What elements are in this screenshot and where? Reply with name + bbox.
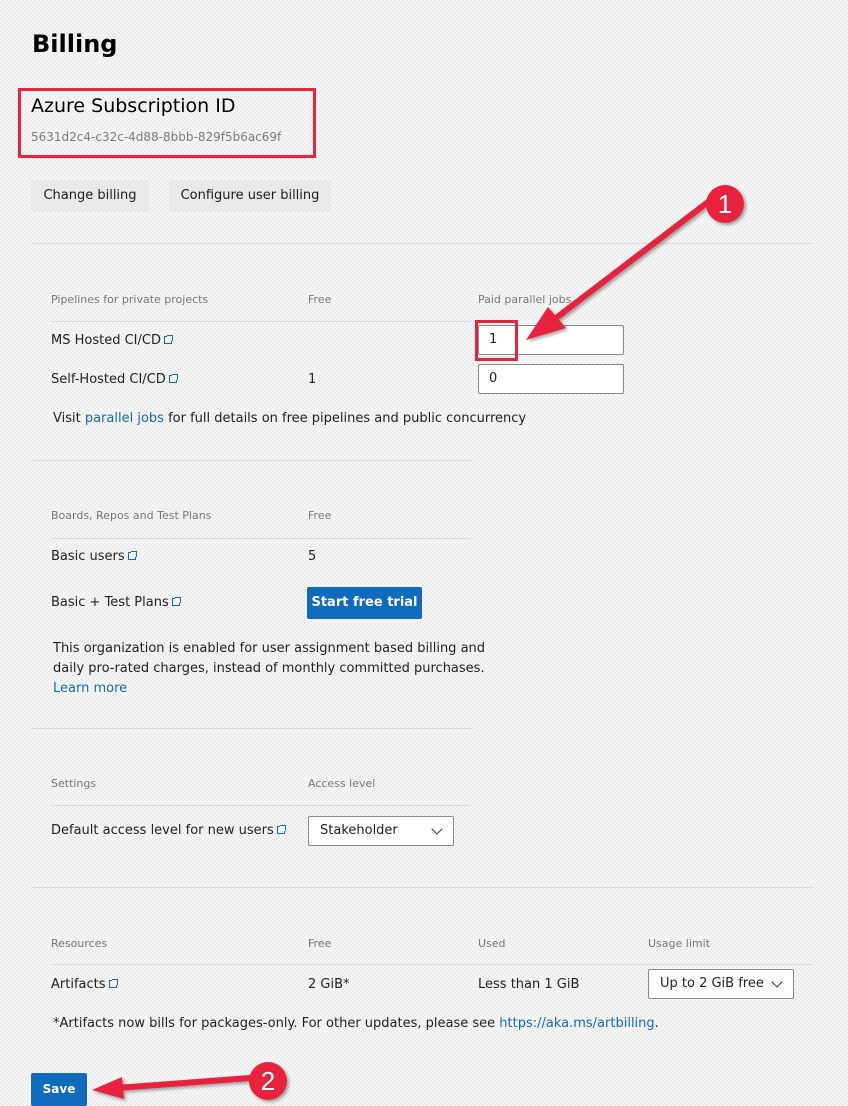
self-hosted-paid-input[interactable]: 0 (478, 364, 624, 394)
artifacts-label[interactable]: Artifacts (51, 977, 106, 992)
change-billing-button[interactable]: Change billing (31, 180, 149, 212)
save-button[interactable]: Save (31, 1073, 87, 1106)
usage-limit-value: Up to 2 GiB free (660, 976, 764, 991)
boards-free-header: Free (308, 509, 332, 522)
pipelines-note-prefix: Visit (53, 411, 85, 426)
divider (31, 460, 473, 461)
pipelines-note: Visit parallel jobs for full details on … (53, 409, 526, 429)
arrow-1 (526, 199, 711, 340)
ms-hosted-row-label[interactable]: MS Hosted CI/CD (51, 333, 173, 348)
parallel-jobs-link[interactable]: parallel jobs (85, 411, 164, 426)
callout-2: 2 (249, 1062, 287, 1100)
boards-note: This organization is enabled for user as… (53, 639, 485, 699)
arrow-2 (92, 1075, 253, 1099)
usage-limit-header: Usage limit (648, 937, 710, 950)
subscription-title: Azure Subscription ID (31, 95, 236, 117)
default-access-label[interactable]: Default access level for new users (51, 823, 274, 838)
boards-note-line2: daily pro-rated charges, instead of mont… (53, 661, 485, 676)
external-link-icon (163, 335, 173, 344)
resources-used-header: Used (478, 937, 506, 950)
self-hosted-row-label[interactable]: Self-Hosted CI/CD (51, 372, 178, 387)
boards-note-line1: This organization is enabled for user as… (53, 641, 486, 656)
pipelines-note-suffix: for full details on free pipelines and p… (163, 411, 527, 426)
artifacts-note-suffix: . (654, 1016, 659, 1031)
ms-hosted-label[interactable]: MS Hosted CI/CD (51, 333, 161, 348)
self-hosted-free: 1 (308, 372, 317, 387)
header-divider (51, 805, 471, 806)
header-divider (51, 964, 813, 965)
external-link-icon (171, 597, 181, 606)
settings-header: Settings (51, 777, 97, 790)
start-free-trial-button[interactable]: Start free trial (307, 587, 422, 619)
basic-test-plans-label[interactable]: Basic + Test Plans (51, 595, 169, 610)
pipelines-header: Pipelines for private projects (51, 293, 209, 306)
callout-1-number: 1 (718, 189, 732, 219)
configure-user-billing-button[interactable]: Configure user billing (169, 180, 331, 212)
basic-users-free: 5 (308, 549, 317, 564)
access-level-value: Stakeholder (320, 823, 398, 838)
subscription-id: 5631d2c4-c32c-4d88-8bbb-829f5b6ac69f (31, 130, 282, 144)
resources-free-header: Free (308, 937, 332, 950)
artifacts-free: 2 GiB* (308, 977, 350, 992)
external-link-icon (127, 551, 137, 560)
artifacts-note: *Artifacts now bills for packages-only. … (53, 1014, 659, 1034)
header-divider (51, 321, 471, 322)
external-link-icon (168, 374, 178, 383)
default-access-row-label[interactable]: Default access level for new users (51, 823, 286, 838)
basic-users-row-label[interactable]: Basic users (51, 549, 137, 564)
pipelines-free-header: Free (308, 293, 332, 306)
chevron-down-icon (771, 976, 783, 988)
chevron-down-icon (431, 823, 443, 835)
access-level-dropdown[interactable]: Stakeholder (308, 816, 454, 846)
callout-2-number: 2 (261, 1066, 275, 1096)
artbilling-link[interactable]: https://aka.ms/artbilling (499, 1016, 654, 1031)
callout-1: 1 (706, 185, 744, 223)
usage-limit-dropdown[interactable]: Up to 2 GiB free (648, 969, 794, 999)
basic-test-plans-row-label[interactable]: Basic + Test Plans (51, 595, 181, 610)
header-divider (51, 538, 471, 539)
external-link-icon (276, 825, 286, 834)
external-link-icon (108, 979, 118, 988)
divider (31, 887, 813, 888)
artifacts-note-prefix: *Artifacts now bills for packages-only. … (53, 1016, 500, 1031)
divider (31, 728, 473, 729)
self-hosted-label[interactable]: Self-Hosted CI/CD (51, 372, 166, 387)
artifacts-used: Less than 1 GiB (478, 977, 580, 992)
resources-header: Resources (51, 937, 108, 950)
boards-header: Boards, Repos and Test Plans (51, 509, 212, 522)
basic-users-label[interactable]: Basic users (51, 549, 125, 564)
ms-hosted-highlight-box (475, 320, 518, 361)
page-title: Billing (32, 30, 118, 58)
artifacts-row-label[interactable]: Artifacts (51, 977, 118, 992)
divider (31, 243, 813, 244)
pipelines-paid-header: Paid parallel jobs (478, 293, 572, 306)
learn-more-link[interactable]: Learn more (53, 679, 485, 699)
access-level-header: Access level (308, 777, 376, 790)
